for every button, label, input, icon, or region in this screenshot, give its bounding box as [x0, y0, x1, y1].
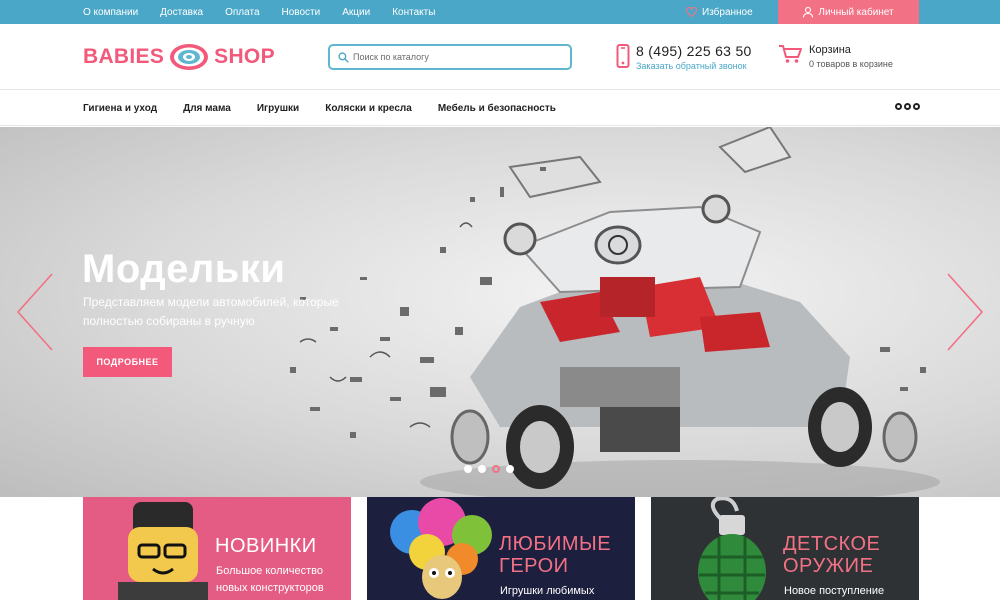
card-title-line: ЛЮБИМЫЕ — [499, 533, 612, 555]
phone-icon — [616, 44, 630, 68]
category-for-mom[interactable]: Для мама — [183, 103, 231, 114]
category-hygiene[interactable]: Гигиена и уход — [83, 103, 157, 114]
top-link-promo[interactable]: Акции — [342, 7, 370, 18]
top-link-contacts[interactable]: Контакты — [392, 7, 435, 18]
lego-figure-image — [118, 502, 208, 600]
top-link-delivery[interactable]: Доставка — [160, 7, 203, 18]
card-title: ЛЮБИМЫЕ ГЕРОИ — [499, 533, 611, 577]
card-title-line: ГЕРОИ — [499, 555, 569, 577]
favorites-link[interactable]: Избранное — [686, 0, 753, 24]
user-icon — [803, 6, 814, 18]
promo-card-new[interactable]: НОВИНКИ Большое количество новых констру… — [83, 497, 351, 600]
logo-word-left: BABIES — [83, 45, 165, 68]
category-strollers[interactable]: Коляски и кресла — [325, 103, 412, 114]
card-title: НОВИНКИ — [215, 535, 317, 557]
cart-status: 0 товаров в корзине — [809, 59, 893, 69]
top-nav: О компании Доставка Оплата Новости Акции… — [83, 0, 457, 24]
logo[interactable]: BABIES SHOP — [83, 42, 275, 72]
top-link-payment[interactable]: Оплата — [225, 7, 259, 18]
category-toys[interactable]: Игрушки — [257, 103, 299, 114]
category-furniture[interactable]: Мебель и безопасность — [438, 103, 556, 114]
phone-block: 8 (495) 225 63 50 Заказать обратный звон… — [616, 44, 752, 74]
slider-dot[interactable] — [478, 465, 486, 473]
category-nav: Гигиена и уход Для мама Игрушки Коляски … — [0, 90, 1000, 126]
slider-dots — [464, 465, 514, 473]
chevron-left-icon[interactable] — [14, 272, 54, 352]
toy-grenade-image — [698, 497, 766, 600]
promo-card-weapons[interactable]: ДЕТСКОЕ ОРУЖИЕ Новое поступление — [651, 497, 919, 600]
hero-slider: Модельки Представляем модели автомобилей… — [0, 127, 1000, 497]
search-icon[interactable] — [338, 51, 349, 63]
pacifier-icon — [170, 44, 209, 70]
top-link-about[interactable]: О компании — [83, 7, 138, 18]
card-title: ДЕТСКОЕ ОРУЖИЕ — [783, 533, 880, 577]
logo-word-right: SHOP — [214, 45, 275, 68]
slider-dot[interactable] — [464, 465, 472, 473]
cart-icon — [779, 45, 802, 63]
card-subtitle: Большое количество новых конструкторов — [216, 563, 346, 597]
slider-dot-active[interactable] — [492, 465, 500, 473]
heart-icon — [686, 7, 697, 17]
favorites-label: Избранное — [702, 6, 753, 18]
card-subtitle: Игрушки любимых — [500, 585, 595, 597]
header: BABIES SHOP 8 (495) 225 63 50 Заказать о… — [0, 24, 1000, 90]
chevron-right-icon[interactable] — [946, 272, 986, 352]
top-link-news[interactable]: Новости — [282, 7, 321, 18]
cabinet-button[interactable]: Личный кабинет — [778, 0, 919, 24]
card-title-line: ОРУЖИЕ — [783, 555, 874, 577]
phone-number[interactable]: 8 (495) 225 63 50 — [636, 44, 752, 58]
hero-title: Модельки — [82, 247, 286, 291]
slider-dot[interactable] — [506, 465, 514, 473]
search-input[interactable] — [353, 52, 563, 62]
promo-card-heroes[interactable]: ЛЮБИМЫЕ ГЕРОИ Игрушки любимых — [367, 497, 635, 600]
top-bar: О компании Доставка Оплата Новости Акции… — [0, 0, 1000, 24]
giraffe-toy-image — [390, 498, 492, 599]
callback-link[interactable]: Заказать обратный звонок — [636, 61, 752, 71]
cart-title: Корзина — [809, 44, 851, 56]
card-subtitle-line: Большое количество — [216, 565, 323, 577]
hero-more-button[interactable]: ПОДРОБНЕЕ — [83, 347, 172, 377]
card-subtitle-line: новых конструкторов — [216, 582, 324, 594]
search-box — [328, 44, 572, 70]
more-menu-icon[interactable] — [895, 103, 920, 110]
cabinet-label: Личный кабинет — [818, 6, 894, 18]
hero-text: Представляем модели автомобилей, которые… — [83, 295, 339, 328]
card-title-line: ДЕТСКОЕ — [783, 533, 881, 555]
card-subtitle: Новое поступление — [784, 585, 885, 597]
cart[interactable]: Корзина 0 товаров в корзине — [778, 44, 893, 69]
